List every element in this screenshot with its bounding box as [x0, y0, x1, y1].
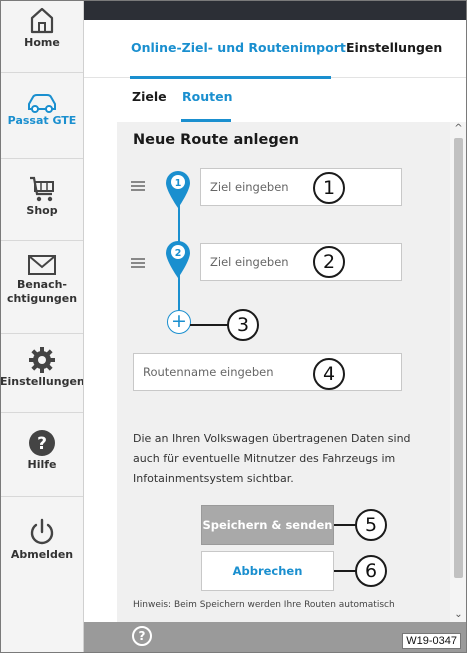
- image-frame: [0, 0, 467, 653]
